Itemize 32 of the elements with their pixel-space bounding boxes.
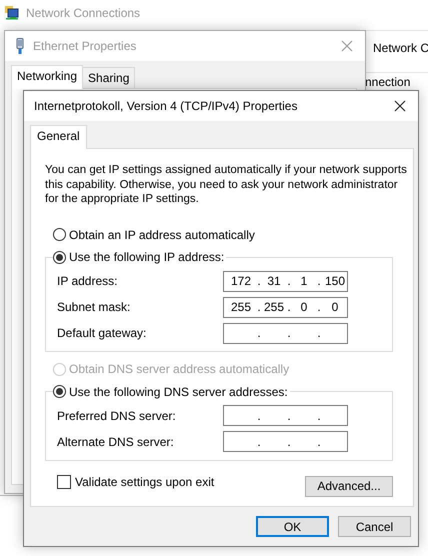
tab[interactable]: General <box>30 125 87 149</box>
advanced-button[interactable]: Advanced... <box>305 476 393 496</box>
column-header[interactable]: nnection <box>365 75 410 89</box>
plug-icon <box>15 38 25 54</box>
radio-label[interactable]: Use the following DNS server addresses: <box>69 384 288 398</box>
field-label: Preferred DNS server: <box>57 408 176 422</box>
ip-address-field[interactable]: 172 . 31 . 1 . 150 <box>223 270 348 292</box>
radio-label[interactable]: Use the following IP address: <box>69 250 224 264</box>
tab[interactable]: Networking <box>11 65 84 89</box>
network-icon <box>4 4 20 21</box>
field-label: Subnet mask: <box>57 300 130 314</box>
checkbox-label[interactable]: Validate settings upon exit <box>75 475 214 489</box>
dialog-button[interactable]: Cancel <box>338 516 411 537</box>
ip-address-field[interactable]: . . . <box>223 431 348 452</box>
close-icon[interactable] <box>394 100 406 112</box>
tab[interactable]: Sharing <box>82 67 136 88</box>
field-label: IP address: <box>57 274 118 288</box>
radio-button[interactable] <box>53 385 66 398</box>
ip-address-field[interactable]: . . . <box>223 322 348 344</box>
field-label: Alternate DNS server: <box>57 434 174 448</box>
ip-address-field[interactable]: 255 . 255 . 0 . 0 <box>223 296 348 318</box>
radio-button[interactable] <box>53 250 66 264</box>
radio-label[interactable]: Obtain an IP address automatically <box>69 228 255 242</box>
dialog-button[interactable]: OK <box>256 516 329 537</box>
field-label: Default gateway: <box>57 326 146 340</box>
window-title: Network Connections <box>26 6 140 20</box>
description-text: You can get IP settings assigned automatically if your network supports this capability. Otherwise, you need to ask your network administrator for the appropriate IP settings. <box>45 163 407 206</box>
radio-button[interactable] <box>53 228 66 241</box>
window-title: Ethernet Properties <box>33 39 136 53</box>
checkbox[interactable] <box>57 475 71 489</box>
ip-address-field[interactable]: . . . <box>223 405 348 426</box>
dialog-title: Internetprotokoll, Version 4 (TCP/IPv4) Properties <box>34 99 298 113</box>
